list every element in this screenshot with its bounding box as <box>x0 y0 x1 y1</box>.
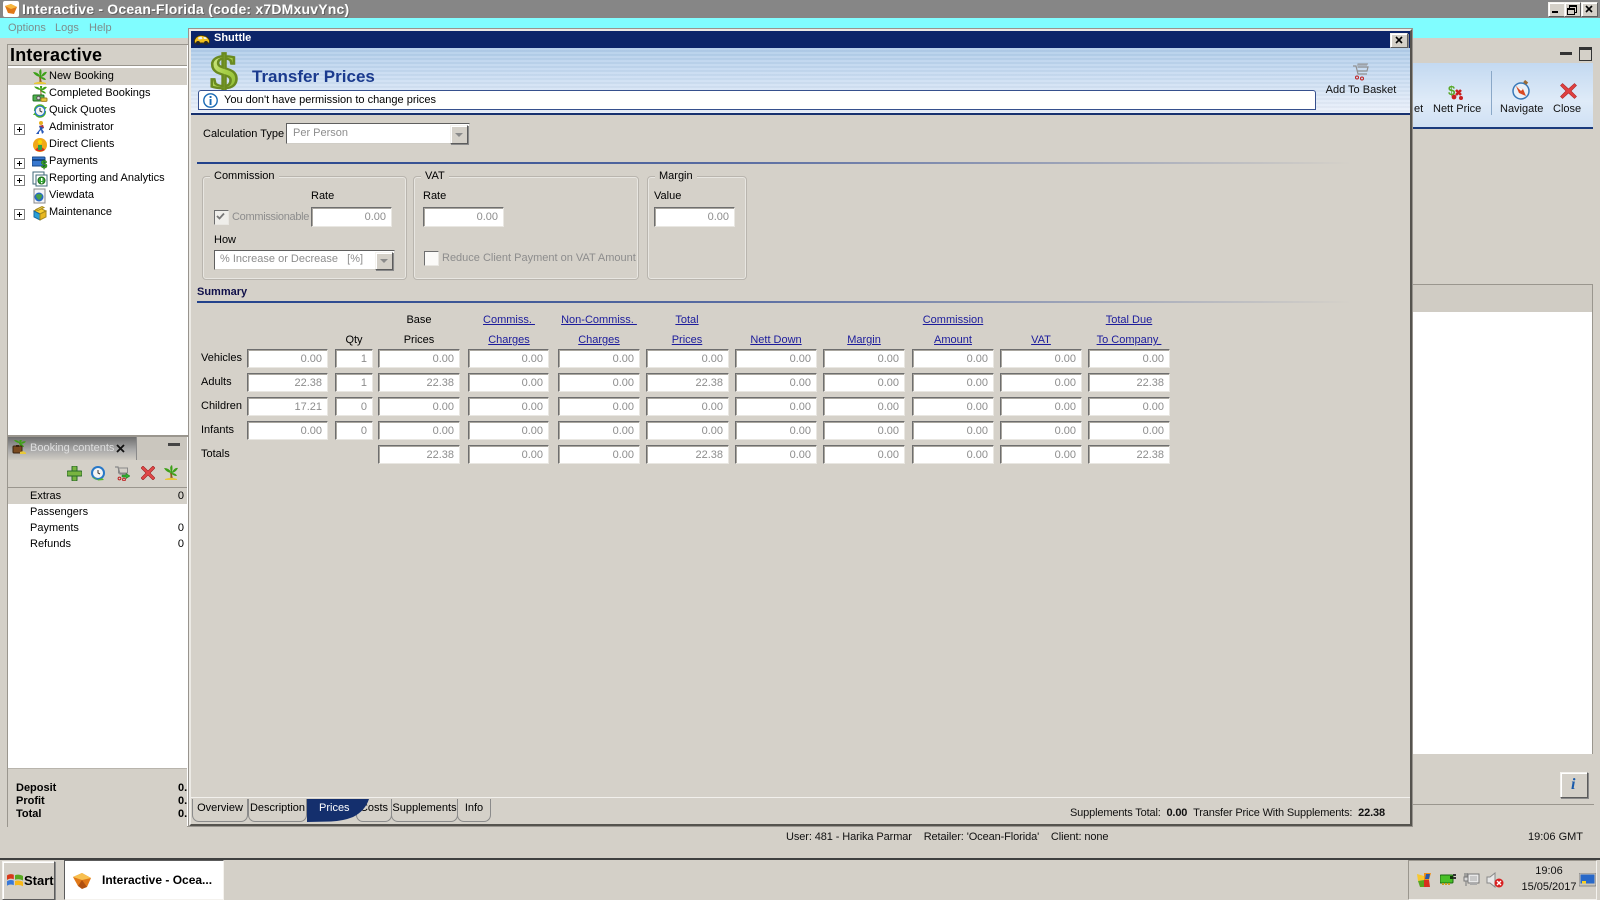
svg-text:$: $ <box>41 159 47 170</box>
svg-text:$: $ <box>210 52 238 94</box>
